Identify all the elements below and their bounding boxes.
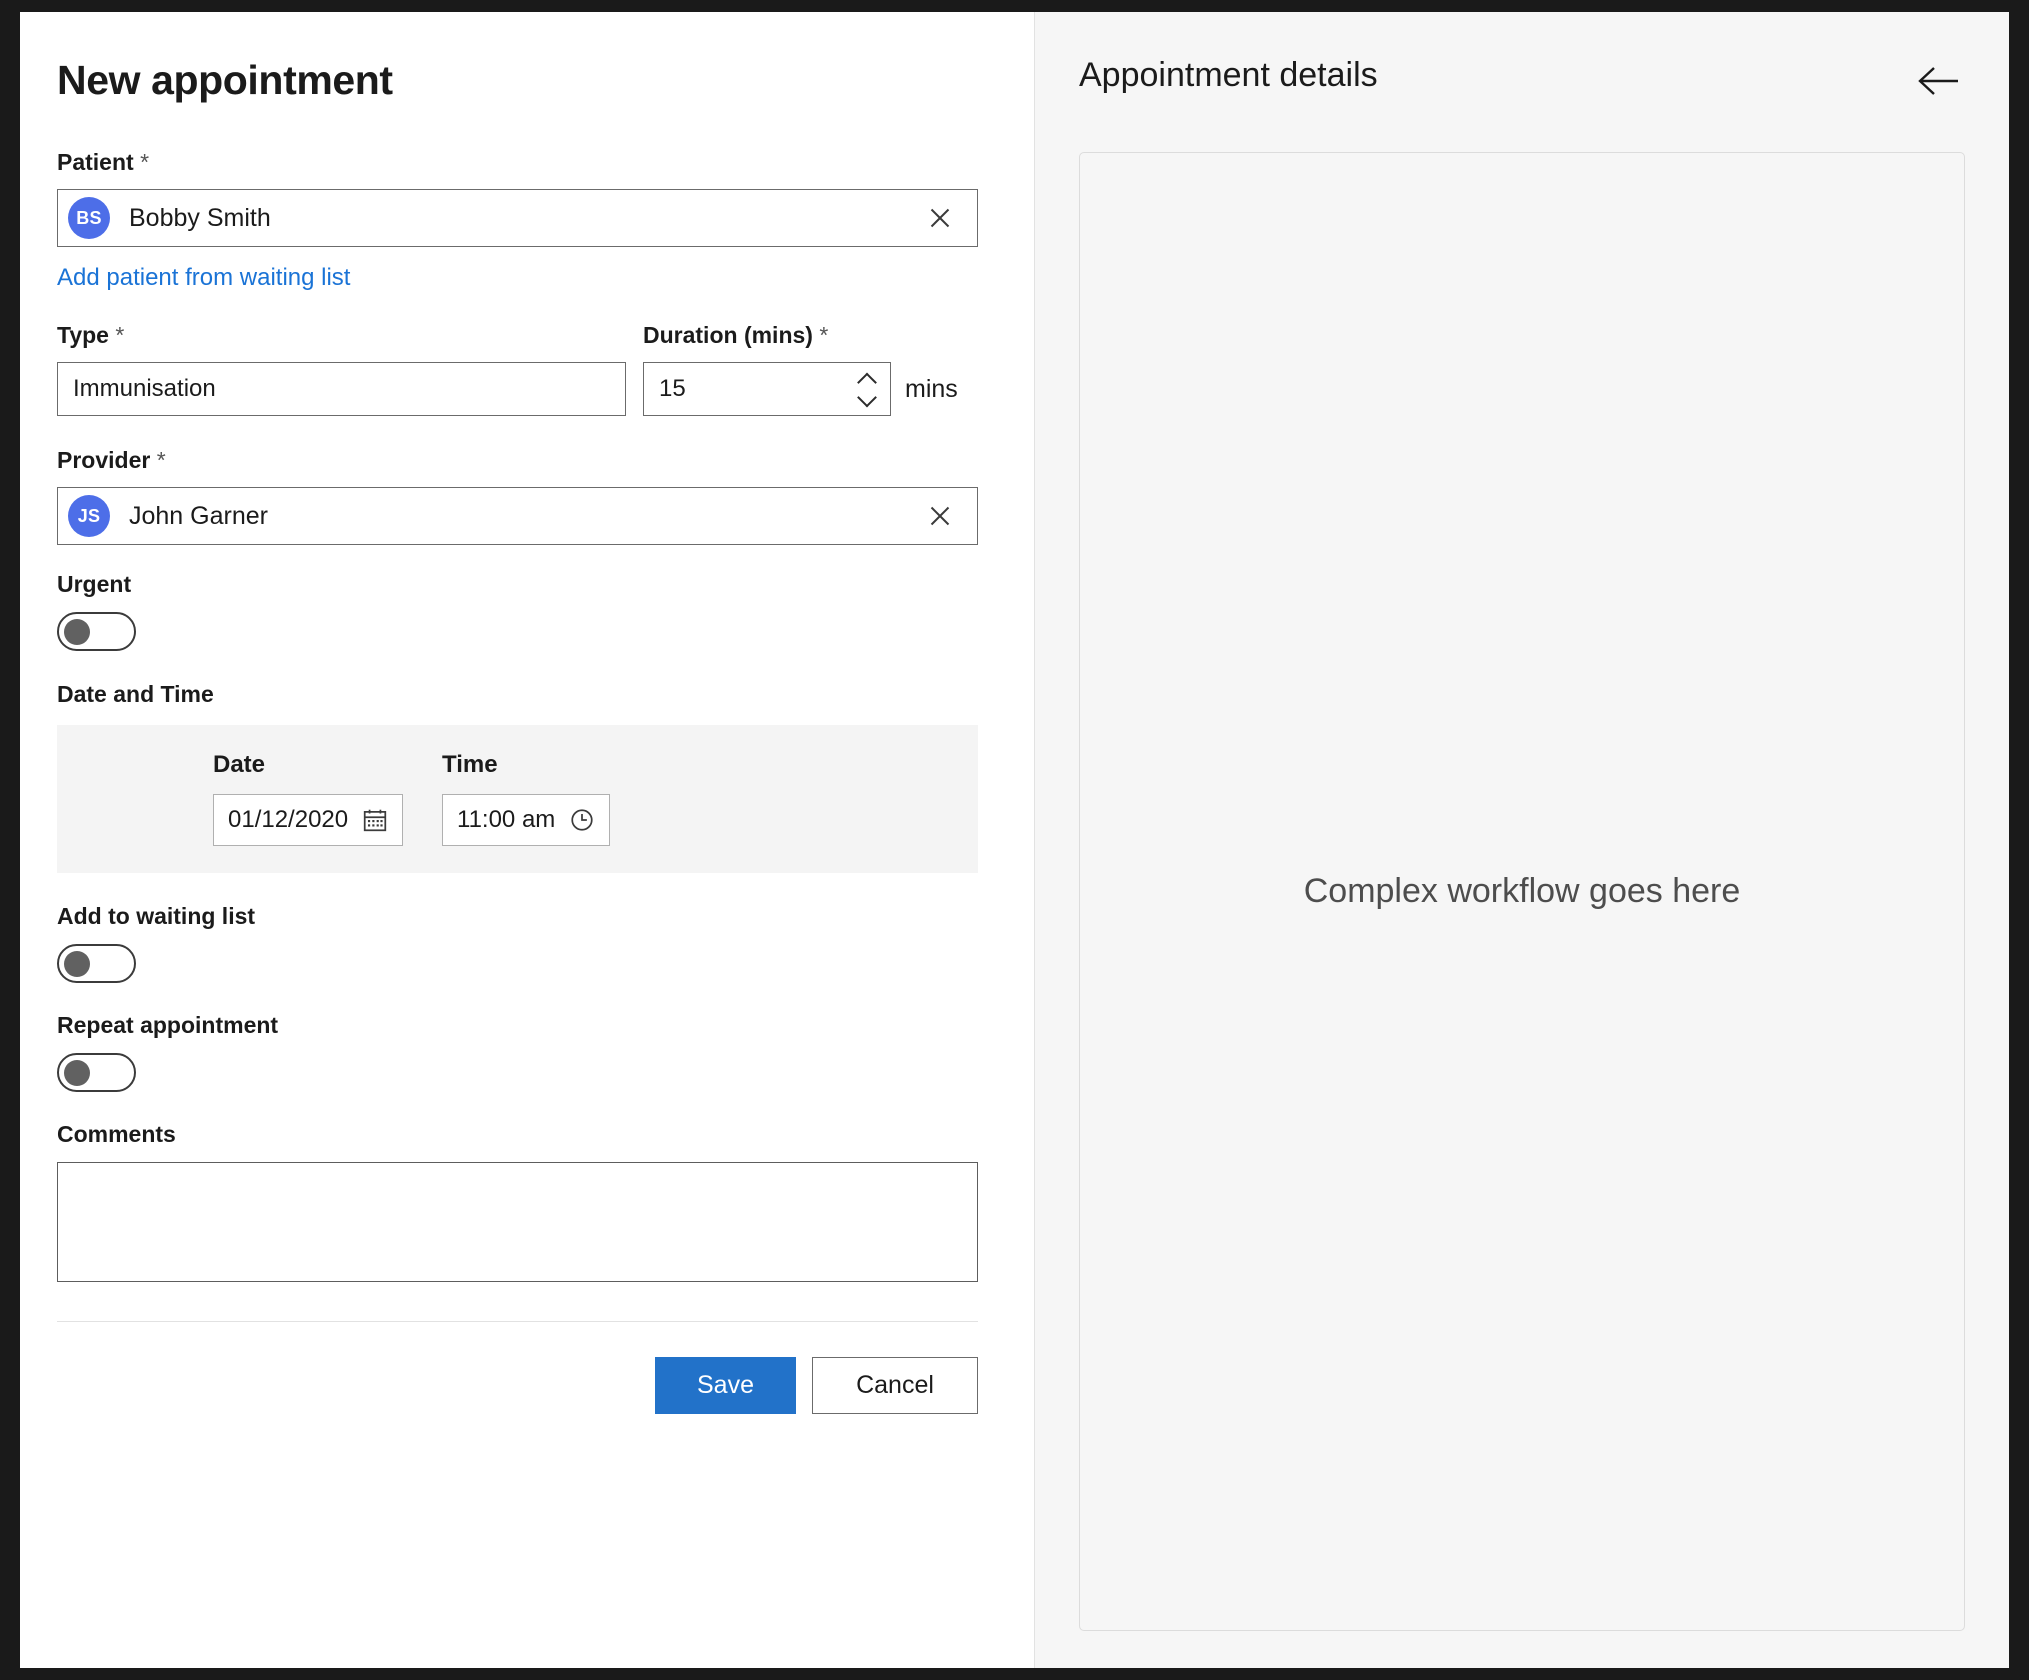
appointment-dialog: New appointment Patient * BS Bobby Smith… [20, 12, 2009, 1668]
comments-textarea[interactable] [57, 1162, 978, 1282]
provider-clear-icon[interactable] [923, 499, 957, 533]
patient-value: Bobby Smith [129, 203, 271, 232]
time-value: 11:00 am [457, 806, 556, 833]
cancel-button[interactable]: Cancel [812, 1357, 978, 1414]
duration-row: 15 mins [643, 362, 958, 416]
add-to-waiting-list-toggle[interactable] [57, 944, 136, 983]
type-required-marker: * [115, 322, 125, 348]
patient-required-marker: * [140, 149, 150, 175]
clock-icon[interactable] [569, 807, 595, 833]
date-time-panel: Date 01/12/2020 Time 11:00 am [57, 725, 978, 873]
patient-label: Patient * [57, 149, 999, 176]
duration-required-marker: * [819, 322, 829, 348]
provider-value: John Garner [129, 501, 268, 530]
chevron-up-icon[interactable] [858, 374, 877, 385]
workflow-placeholder-card: Complex workflow goes here [1079, 152, 1965, 1631]
repeat-appointment-toggle[interactable] [57, 1053, 136, 1092]
duration-label-text: Duration (mins) [643, 322, 813, 348]
repeat-appointment-label: Repeat appointment [57, 1012, 279, 1038]
type-duration-row: Type * Immunisation Duration (mins) * 15 [57, 322, 999, 416]
date-value: 01/12/2020 [228, 806, 349, 833]
urgent-toggle-knob [64, 618, 90, 645]
footer-divider [57, 1321, 978, 1322]
type-label-text: Type [57, 322, 109, 348]
duration-label: Duration (mins) * [643, 322, 958, 349]
page-title: New appointment [57, 57, 393, 103]
duration-input[interactable]: 15 [643, 362, 891, 416]
duration-unit-label: mins [905, 374, 958, 403]
time-label: Time [442, 751, 498, 778]
add-to-waiting-list-toggle-knob [64, 950, 90, 977]
calendar-icon[interactable] [362, 807, 388, 833]
comments-label: Comments [57, 1121, 176, 1147]
duration-field-group: Duration (mins) * 15 mins [643, 322, 958, 416]
provider-label-text: Provider [57, 447, 151, 473]
time-input[interactable]: 11:00 am [442, 794, 611, 846]
date-field-group: Date 01/12/2020 [213, 751, 404, 846]
type-input[interactable]: Immunisation [57, 362, 626, 416]
form-content: New appointment Patient * BS Bobby Smith… [57, 12, 999, 1414]
workflow-placeholder-text: Complex workflow goes here [1303, 872, 1741, 910]
patient-avatar: BS [68, 197, 110, 239]
duration-stepper-arrows[interactable] [858, 374, 877, 405]
chevron-down-icon[interactable] [858, 394, 877, 405]
provider-input[interactable]: JS John Garner [57, 487, 978, 545]
patient-input[interactable]: BS Bobby Smith [57, 189, 978, 247]
save-button[interactable]: Save [655, 1357, 796, 1414]
time-field-group: Time 11:00 am [442, 751, 611, 846]
urgent-label: Urgent [57, 571, 132, 597]
back-button[interactable] [1917, 62, 1961, 100]
add-to-waiting-list-label: Add to waiting list [57, 903, 256, 929]
date-and-time-section-label: Date and Time [57, 681, 214, 707]
date-input[interactable]: 01/12/2020 [213, 794, 404, 846]
duration-stepper[interactable]: 15 [643, 362, 891, 416]
patient-label-text: Patient [57, 149, 134, 175]
provider-required-marker: * [156, 447, 166, 473]
date-label: Date [213, 751, 266, 778]
appointment-details-title: Appointment details [1079, 56, 1378, 94]
type-field-group: Type * Immunisation [57, 322, 627, 416]
appointment-details-panel: Appointment details Complex workflow goe… [1035, 12, 2009, 1668]
add-patient-from-waiting-list-link[interactable]: Add patient from waiting list [57, 264, 350, 292]
type-label: Type * [57, 322, 627, 349]
repeat-appointment-toggle-knob [64, 1059, 90, 1086]
provider-label: Provider * [57, 447, 999, 474]
form-actions: Save Cancel [57, 1357, 978, 1414]
provider-avatar: JS [68, 495, 110, 537]
arrow-left-icon[interactable] [1917, 62, 1961, 100]
patient-clear-icon[interactable] [923, 201, 957, 235]
urgent-toggle[interactable] [57, 612, 136, 651]
new-appointment-form-panel: New appointment Patient * BS Bobby Smith… [20, 12, 1035, 1668]
